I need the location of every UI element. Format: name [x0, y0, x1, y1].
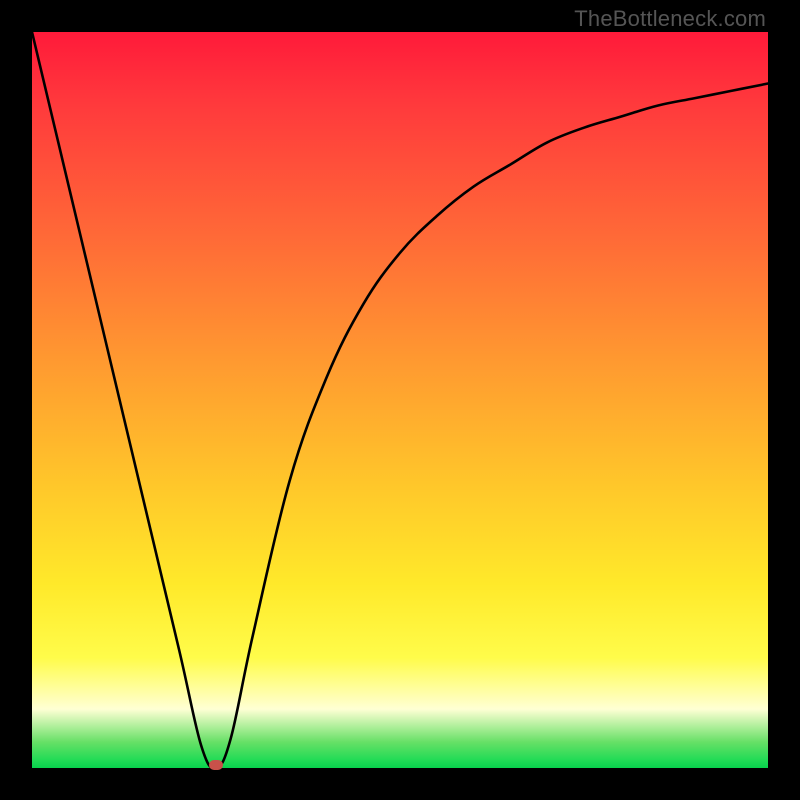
- plot-area: [32, 32, 768, 768]
- bottleneck-curve: [32, 32, 768, 768]
- minimum-marker: [209, 760, 223, 770]
- curve-layer: [32, 32, 768, 768]
- watermark-text: TheBottleneck.com: [574, 6, 766, 32]
- chart-frame: TheBottleneck.com: [0, 0, 800, 800]
